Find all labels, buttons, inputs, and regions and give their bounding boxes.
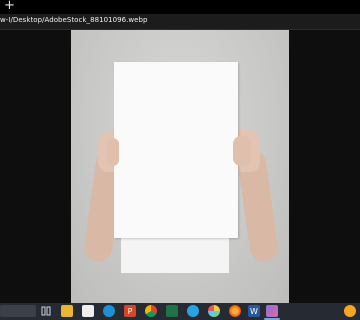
taskbar-search-box[interactable] xyxy=(0,305,36,317)
blank-paper-sheet xyxy=(114,62,238,238)
pinwheel-app-icon[interactable] xyxy=(208,305,220,317)
chrome-icon[interactable] xyxy=(145,305,157,317)
tab-strip: + xyxy=(0,0,360,14)
word-icon[interactable]: W xyxy=(248,305,260,317)
telegram-icon[interactable] xyxy=(187,305,199,317)
new-tab-button[interactable]: + xyxy=(4,0,15,13)
address-bar-url[interactable]: w-I/Desktop/AdobeStock_88101096.webp xyxy=(0,16,148,24)
photos-app-icon[interactable] xyxy=(266,305,278,317)
weather-icon[interactable] xyxy=(344,305,356,317)
taskbar: P W xyxy=(0,303,360,320)
right-fingers xyxy=(233,136,251,166)
displayed-photo xyxy=(71,30,289,303)
excel-chart-icon[interactable] xyxy=(166,305,178,317)
image-viewer xyxy=(0,30,360,303)
calendar-app-icon[interactable] xyxy=(82,305,94,317)
firefox-icon[interactable] xyxy=(229,305,241,317)
address-bar[interactable]: w-I/Desktop/AdobeStock_88101096.webp xyxy=(0,14,360,30)
edge-browser-icon[interactable] xyxy=(103,305,115,317)
left-fingers xyxy=(107,138,119,166)
powerpoint-icon[interactable]: P xyxy=(124,305,136,317)
file-explorer-icon[interactable] xyxy=(61,305,73,317)
task-view-icon[interactable] xyxy=(40,305,52,317)
